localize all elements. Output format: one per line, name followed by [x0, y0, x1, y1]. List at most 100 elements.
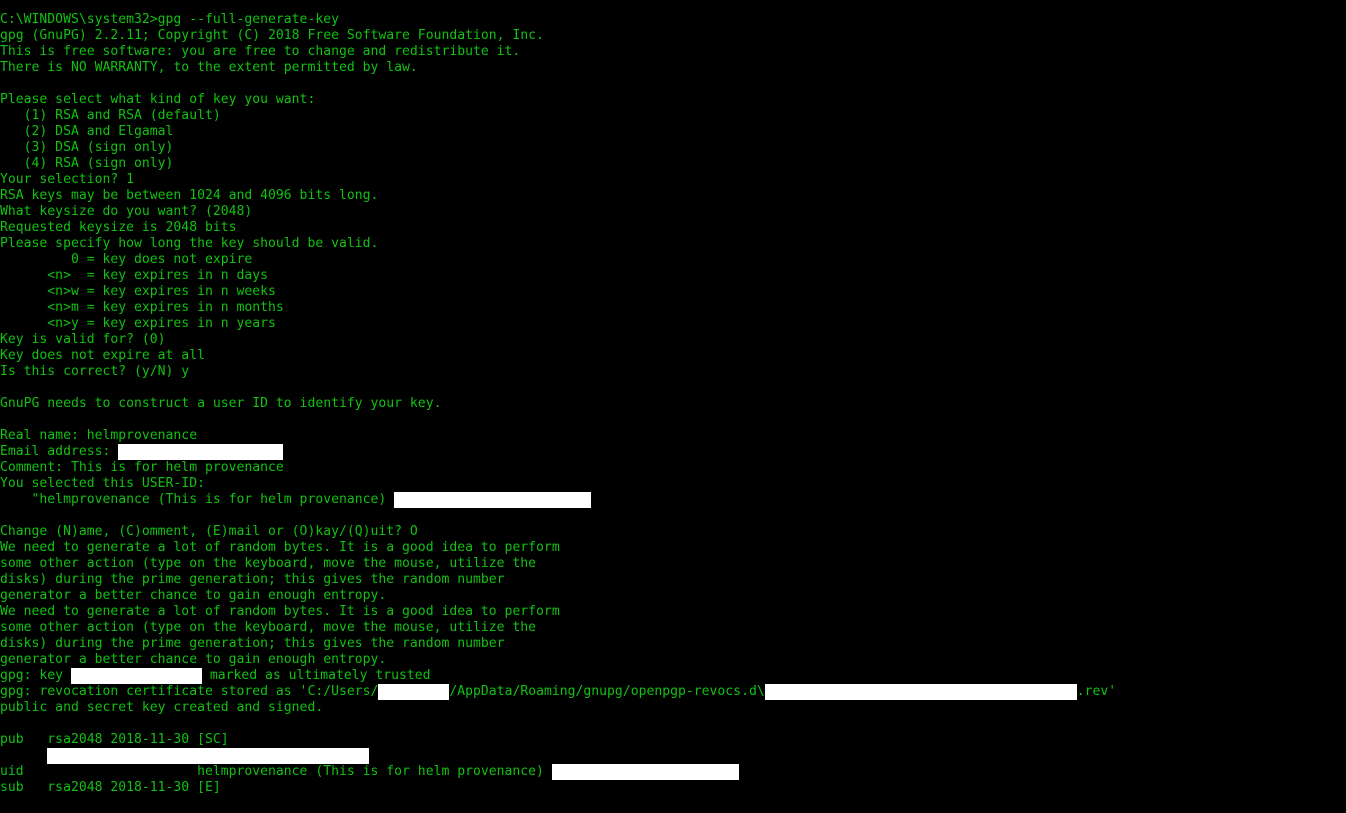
line-text: Please select what kind of key you want:: [0, 92, 316, 107]
terminal-line-email-address: Email address:: [0, 444, 1346, 460]
terminal-line-key-trusted: gpg: key marked as ultimately trusted: [0, 668, 1346, 684]
line-text: <n>y = key expires in n years: [0, 316, 276, 331]
line-text: RSA keys may be between 1024 and 4096 bi…: [0, 188, 379, 203]
terminal-line-blank-5: [0, 716, 1346, 732]
terminal-line-pub-line: pub rsa2048 2018-11-30 [SC]: [0, 732, 1346, 748]
line-text: 0 = key does not expire: [0, 252, 253, 267]
line-text: (2) DSA and Elgamal: [0, 124, 174, 139]
terminal-line-userid-intro: GnuPG needs to construct a user ID to id…: [0, 396, 1346, 412]
terminal-line-selected-userid-label: You selected this USER-ID:: [0, 476, 1346, 492]
line-text: disks) during the prime generation; this…: [0, 572, 505, 587]
terminal-line-validity-option-days: <n> = key expires in n days: [0, 268, 1346, 284]
line-text: Real name: helmprovenance: [0, 428, 198, 443]
line-text: some other action (type on the keyboard,…: [0, 556, 537, 571]
line-text: some other action (type on the keyboard,…: [0, 620, 537, 635]
terminal-line-blank-2: [0, 380, 1346, 396]
terminal-line-sub-line: sub rsa2048 2018-11-30 [E]: [0, 780, 1346, 796]
terminal-line-blank-4: [0, 508, 1346, 524]
line-text: Comment: This is for helm provenance: [0, 460, 284, 475]
terminal-line-validity-option-years: <n>y = key expires in n years: [0, 316, 1346, 332]
line-text: Is this correct? (y/N) y: [0, 364, 190, 379]
line-text: generator a better chance to gain enough…: [0, 588, 387, 603]
line-prefix: uid helmprovenance (This is for helm pro…: [0, 764, 552, 779]
terminal-line-correct-answer: Is this correct? (y/N) y: [0, 364, 1346, 380]
line-prefix: [0, 748, 47, 763]
redaction-box: [118, 444, 284, 460]
terminal-output: C:\WINDOWS\system32>gpg --full-generate-…: [0, 12, 1346, 796]
terminal-line-validity-option-weeks: <n>w = key expires in n weeks: [0, 284, 1346, 300]
line-middle: /AppData/Roaming/gnupg/openpgp-revocs.d\: [449, 684, 765, 699]
line-suffix: marked as ultimately trusted: [201, 668, 431, 683]
terminal-line-key-option-4: (4) RSA (sign only): [0, 156, 1346, 172]
terminal-line-entropy-1-line-2: some other action (type on the keyboard,…: [0, 556, 1346, 572]
terminal-line-prompt-command: C:\WINDOWS\system32>gpg --full-generate-…: [0, 12, 1346, 28]
terminal-line-entropy-1-line-4: generator a better chance to gain enough…: [0, 588, 1346, 604]
line-text: (3) DSA (sign only): [0, 140, 174, 155]
terminal-line-valid-for-answer: Key is valid for? (0): [0, 332, 1346, 348]
terminal-line-no-expiry-confirmation: Key does not expire at all: [0, 348, 1346, 364]
line-text: We need to generate a lot of random byte…: [0, 604, 560, 619]
line-prefix: "helmprovenance (This is for helm proven…: [0, 492, 395, 507]
terminal-line-entropy-2-line-4: generator a better chance to gain enough…: [0, 652, 1346, 668]
line-text: <n> = key expires in n days: [0, 268, 269, 283]
terminal-line-key-kind-prompt: Please select what kind of key you want:: [0, 92, 1346, 108]
line-text: pub rsa2048 2018-11-30 [SC]: [0, 732, 229, 747]
line-text: Change (N)ame, (C)omment, (E)mail or (O)…: [0, 524, 418, 539]
terminal-line-entropy-2-line-2: some other action (type on the keyboard,…: [0, 620, 1346, 636]
line-text: generator a better chance to gain enough…: [0, 652, 387, 667]
terminal-line-comment: Comment: This is for helm provenance: [0, 460, 1346, 476]
terminal-window[interactable]: C:\WINDOWS\system32>gpg --full-generate-…: [0, 0, 1346, 813]
line-text: Key does not expire at all: [0, 348, 205, 363]
terminal-line-key-option-1: (1) RSA and RSA (default): [0, 108, 1346, 124]
line-text: You selected this USER-ID:: [0, 476, 205, 491]
line-text: (4) RSA (sign only): [0, 156, 174, 171]
terminal-line-version-banner: gpg (GnuPG) 2.2.11; Copyright (C) 2018 F…: [0, 28, 1346, 44]
terminal-line-selection-answer: Your selection? 1: [0, 172, 1346, 188]
line-text: This is free software: you are free to c…: [0, 44, 521, 59]
line-text: sub rsa2048 2018-11-30 [E]: [0, 780, 221, 795]
terminal-line-free-software-notice: This is free software: you are free to c…: [0, 44, 1346, 60]
terminal-line-validity-prompt: Please specify how long the key should b…: [0, 236, 1346, 252]
terminal-line-entropy-2-line-3: disks) during the prime generation; this…: [0, 636, 1346, 652]
terminal-line-rsa-range-note: RSA keys may be between 1024 and 4096 bi…: [0, 188, 1346, 204]
line-prefix: Email address:: [0, 444, 119, 459]
terminal-line-uid-line: uid helmprovenance (This is for helm pro…: [0, 764, 1346, 780]
terminal-line-keysize-prompt: What keysize do you want? (2048): [0, 204, 1346, 220]
redaction-box: [47, 748, 370, 764]
terminal-line-entropy-1-line-1: We need to generate a lot of random byte…: [0, 540, 1346, 556]
redaction-box: [764, 684, 1077, 700]
line-prefix: gpg: key: [0, 668, 71, 683]
terminal-line-selected-userid-value: "helmprovenance (This is for helm proven…: [0, 492, 1346, 508]
line-suffix: .rev': [1076, 684, 1117, 699]
line-text: C:\WINDOWS\system32>gpg --full-generate-…: [0, 12, 339, 27]
terminal-line-key-created: public and secret key created and signed…: [0, 700, 1346, 716]
line-text: We need to generate a lot of random byte…: [0, 540, 560, 555]
line-text: <n>w = key expires in n weeks: [0, 284, 276, 299]
terminal-line-blank-3: [0, 412, 1346, 428]
terminal-line-change-prompt: Change (N)ame, (C)omment, (E)mail or (O)…: [0, 524, 1346, 540]
line-text: Key is valid for? (0): [0, 332, 166, 347]
terminal-line-validity-option-months: <n>m = key expires in n months: [0, 300, 1346, 316]
terminal-line-entropy-2-line-1: We need to generate a lot of random byte…: [0, 604, 1346, 620]
redaction-box: [551, 764, 739, 780]
line-text: public and secret key created and signed…: [0, 700, 324, 715]
line-text: disks) during the prime generation; this…: [0, 636, 505, 651]
terminal-line-entropy-1-line-3: disks) during the prime generation; this…: [0, 572, 1346, 588]
line-text: What keysize do you want? (2048): [0, 204, 253, 219]
redaction-box: [70, 668, 202, 684]
terminal-line-blank-1: [0, 76, 1346, 92]
terminal-line-revocation-certificate: gpg: revocation certificate stored as 'C…: [0, 684, 1346, 700]
line-text: <n>m = key expires in n months: [0, 300, 284, 315]
terminal-line-warranty-notice: There is NO WARRANTY, to the extent perm…: [0, 60, 1346, 76]
terminal-line-key-option-2: (2) DSA and Elgamal: [0, 124, 1346, 140]
terminal-line-real-name: Real name: helmprovenance: [0, 428, 1346, 444]
terminal-line-key-option-3: (3) DSA (sign only): [0, 140, 1346, 156]
terminal-line-fingerprint-line: [0, 748, 1346, 764]
redaction-box: [394, 492, 592, 508]
line-text: GnuPG needs to construct a user ID to id…: [0, 396, 442, 411]
line-text: There is NO WARRANTY, to the extent perm…: [0, 60, 418, 75]
redaction-box: [378, 684, 450, 700]
line-text: gpg (GnuPG) 2.2.11; Copyright (C) 2018 F…: [0, 28, 544, 43]
line-prefix: gpg: revocation certificate stored as 'C…: [0, 684, 379, 699]
line-text: Your selection? 1: [0, 172, 135, 187]
